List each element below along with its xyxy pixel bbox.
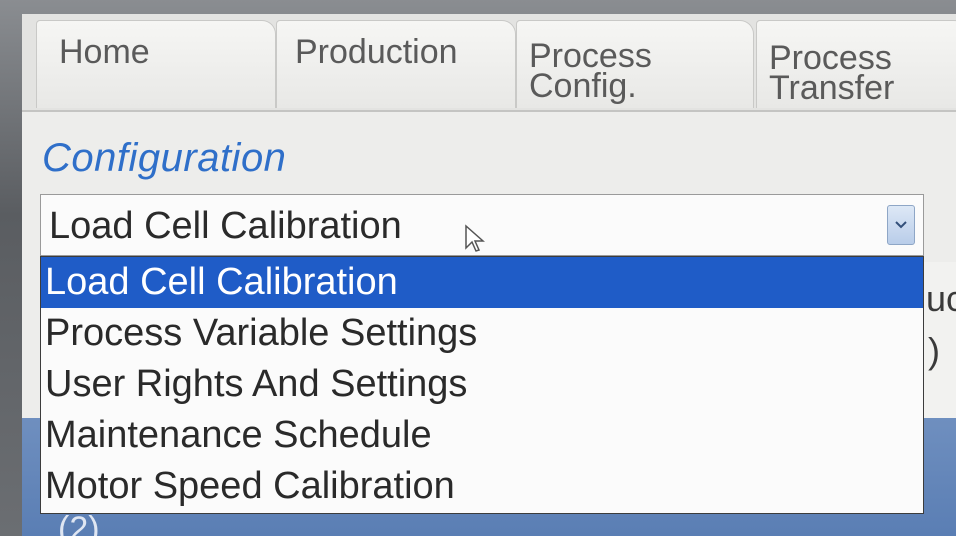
tab-process-transfer-label: Process Transfer <box>769 39 895 107</box>
dropdown-option[interactable]: User Rights And Settings <box>41 359 923 410</box>
tab-bar: Home Production Process Config. Process … <box>22 14 956 112</box>
configuration-dropdown-list: Load Cell Calibration Process Variable S… <box>40 256 924 514</box>
section-title: Configuration <box>42 136 287 180</box>
chevron-down-icon <box>895 221 907 229</box>
partial-label-2: ) <box>928 330 940 371</box>
hmi-screen: Home Production Process Config. Process … <box>22 14 956 536</box>
tab-process-config-label: Process Config. <box>529 37 652 105</box>
tab-process-config[interactable]: Process Config. <box>516 20 754 108</box>
tab-home[interactable]: Home <box>36 20 276 108</box>
dropdown-button[interactable] <box>887 205 915 245</box>
tab-process-transfer[interactable]: Process Transfer <box>756 20 956 108</box>
dropdown-option[interactable]: Motor Speed Calibration <box>41 461 923 512</box>
dropdown-option[interactable]: Maintenance Schedule <box>41 410 923 461</box>
partial-label-1: uc <box>926 278 956 319</box>
mouse-pointer-icon <box>465 224 485 252</box>
dropdown-option[interactable]: Load Cell Calibration <box>41 257 923 308</box>
tab-home-label: Home <box>59 33 150 71</box>
configuration-select-value: Load Cell Calibration <box>49 205 402 247</box>
dropdown-option[interactable]: Process Variable Settings <box>41 308 923 359</box>
tab-production-label: Production <box>295 33 458 71</box>
tab-production[interactable]: Production <box>276 20 516 108</box>
